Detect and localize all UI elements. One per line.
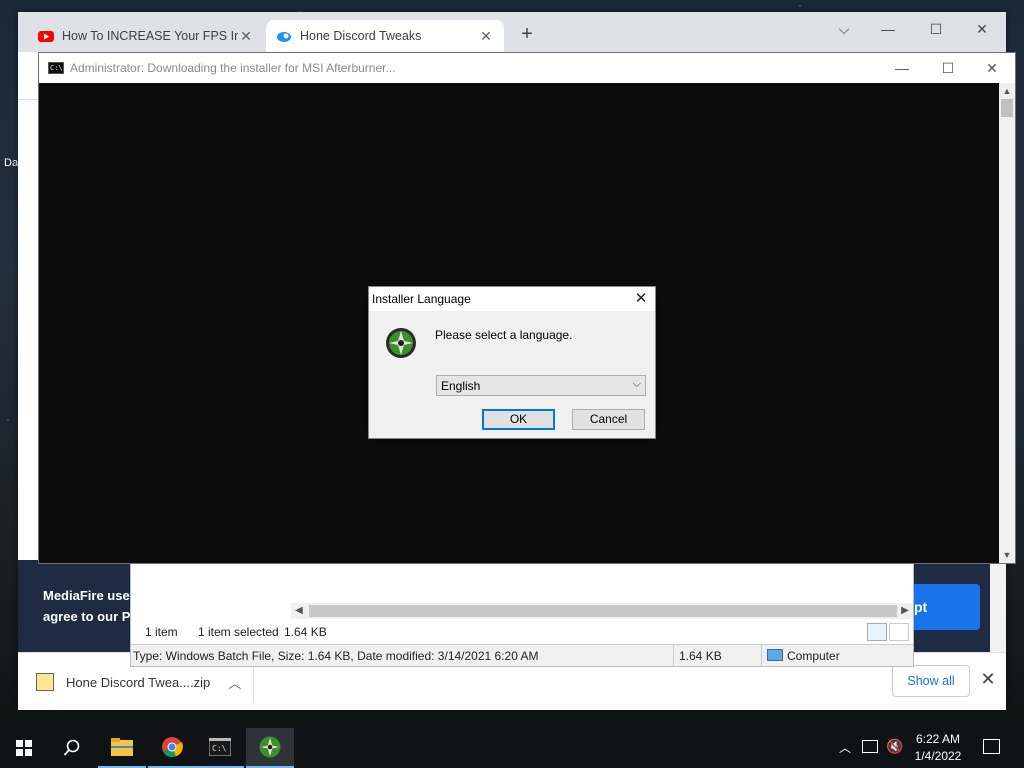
- selection-count: 1 item selected: [198, 625, 279, 639]
- new-tab-button[interactable]: +: [516, 24, 538, 46]
- dialog-close-button[interactable]: ✕: [629, 288, 653, 310]
- search-icon[interactable]: [48, 728, 96, 768]
- maximize-button[interactable]: ☐: [916, 16, 956, 42]
- notifications-icon[interactable]: [983, 739, 1000, 754]
- dialog-title: Installer Language: [372, 292, 471, 306]
- tab-youtube-video[interactable]: How To INCREASE Your FPS In M ✕: [28, 20, 264, 52]
- hone-icon: [276, 28, 292, 44]
- location-label: Computer: [787, 649, 840, 663]
- tab-search-icon[interactable]: ⌵: [824, 16, 864, 42]
- show-all-button[interactable]: Show all: [892, 665, 970, 697]
- scroll-right-icon[interactable]: ▶: [897, 603, 913, 619]
- taskbar: C:\ ︿ 🔇 6:22 AM 1/4/2022: [0, 728, 1024, 768]
- chevron-down-icon: ⌵: [632, 378, 641, 390]
- computer-icon: [767, 649, 783, 661]
- minimize-button[interactable]: —: [868, 16, 908, 42]
- dialog-prompt: Please select a language.: [435, 328, 573, 342]
- volume-muted-icon[interactable]: 🔇: [886, 738, 903, 755]
- cmd-close-button[interactable]: ✕: [969, 53, 1015, 83]
- cmd-title: Administrator: Downloading the installer…: [70, 61, 396, 75]
- divider: [673, 645, 674, 666]
- file-details: Type: Windows Batch File, Size: 1.64 KB,…: [133, 649, 539, 663]
- tab-close-icon[interactable]: ✕: [478, 28, 494, 45]
- explorer-details-bar: Type: Windows Batch File, Size: 1.64 KB,…: [131, 644, 913, 666]
- cmd-minimize-button[interactable]: —: [879, 53, 925, 83]
- file-explorer-window: ◀ ▶ 1 item 1 item selected 1.64 KB Type:…: [130, 563, 914, 667]
- tab-label: Hone Discord Tweaks: [300, 29, 422, 43]
- network-icon[interactable]: [862, 740, 878, 753]
- chevron-up-icon[interactable]: ︿: [228, 673, 241, 692]
- clock-time: 6:22 AM: [915, 732, 961, 746]
- divider: [761, 645, 762, 666]
- cancel-button[interactable]: Cancel: [572, 409, 645, 430]
- large-icons-view-icon[interactable]: [889, 623, 909, 641]
- windows-start-icon[interactable]: [0, 728, 48, 768]
- chevron-up-icon[interactable]: ︿: [839, 739, 851, 756]
- banner-text-line2: agree to our Pr: [43, 609, 136, 624]
- msi-afterburner-icon[interactable]: [246, 728, 294, 768]
- chrome-icon[interactable]: [148, 728, 196, 768]
- close-button[interactable]: ✕: [962, 16, 1002, 42]
- msi-afterburner-icon: [385, 327, 417, 359]
- scrollbar-thumb[interactable]: [309, 605, 897, 617]
- tab-hone-discord-tweaks[interactable]: Hone Discord Tweaks ✕: [266, 20, 504, 52]
- selection-size: 1.64 KB: [284, 625, 327, 639]
- banner-text-line1: MediaFire uses: [43, 588, 137, 603]
- close-download-bar-icon[interactable]: ✕: [978, 669, 998, 689]
- language-select[interactable]: English ⌵: [436, 375, 646, 396]
- tab-close-icon[interactable]: ✕: [238, 28, 254, 45]
- desktop-icon-label[interactable]: Da: [4, 157, 18, 169]
- cmd-icon: C:\: [48, 62, 64, 74]
- clock-date: 1/4/2022: [914, 749, 962, 763]
- cmd-icon[interactable]: C:\: [196, 728, 244, 768]
- scroll-down-icon[interactable]: ▼: [999, 547, 1015, 563]
- tab-label: How To INCREASE Your FPS In M: [62, 29, 238, 43]
- explorer-status-bar: 1 item 1 item selected 1.64 KB: [131, 621, 913, 643]
- zip-file-icon: [36, 673, 54, 691]
- scroll-left-icon[interactable]: ◀: [291, 603, 307, 619]
- system-clock[interactable]: 6:22 AM 1/4/2022: [906, 731, 970, 765]
- scroll-up-icon[interactable]: ▲: [999, 83, 1015, 99]
- tab-strip: How To INCREASE Your FPS In M ✕ Hone Dis…: [18, 12, 1006, 52]
- installer-language-dialog: Installer Language ✕ Please select a lan…: [368, 286, 656, 439]
- selected-language: English: [441, 379, 481, 393]
- cmd-titlebar[interactable]: C:\ Administrator: Downloading the insta…: [39, 53, 1015, 83]
- file-size: 1.64 KB: [679, 649, 722, 663]
- download-filename: Hone Discord Twea....zip: [66, 674, 211, 690]
- file-explorer-icon[interactable]: [98, 728, 146, 768]
- item-count: 1 item: [145, 625, 178, 639]
- details-view-icon[interactable]: [867, 623, 887, 641]
- download-item[interactable]: Hone Discord Twea....zip ︿: [36, 663, 254, 701]
- scrollbar-thumb[interactable]: [1001, 99, 1013, 117]
- cmd-maximize-button[interactable]: ☐: [925, 53, 971, 83]
- cmd-scrollbar[interactable]: ▲ ▼: [999, 83, 1015, 563]
- youtube-icon: [38, 28, 54, 44]
- ok-button[interactable]: OK: [482, 409, 555, 430]
- dialog-titlebar[interactable]: Installer Language ✕: [369, 287, 655, 311]
- svg-text:C:\: C:\: [212, 744, 227, 753]
